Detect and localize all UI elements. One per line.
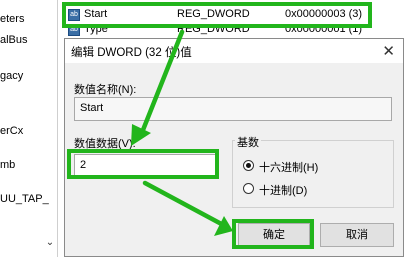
- value-data-highlight: [67, 149, 219, 179]
- cancel-button[interactable]: 取消: [320, 223, 394, 247]
- hex-radio[interactable]: [243, 160, 254, 171]
- value-name: Type: [84, 27, 108, 35]
- start-row-highlight: [62, 2, 372, 28]
- value-data: 0x00000001 (1): [285, 27, 363, 35]
- registry-tree-pane: eters alBus gacy erCx mb UU_TAP_ ⌄: [0, 0, 57, 257]
- tree-item[interactable]: gacy: [0, 70, 23, 82]
- hex-label: 十六进制(H): [259, 162, 319, 174]
- scroll-down-icon[interactable]: ⌄: [44, 236, 56, 250]
- dialog-titlebar[interactable]: 编辑 DWORD (32 位)值 ✕: [65, 39, 403, 63]
- value-name-label: 数值名称(N):: [74, 84, 137, 96]
- tree-item[interactable]: mb: [0, 159, 15, 171]
- tree-item[interactable]: UU_TAP_: [0, 193, 49, 205]
- tree-item[interactable]: alBus: [0, 34, 28, 46]
- value-type: REG_DWORD: [177, 27, 250, 35]
- reg-value-icon: ab: [68, 27, 80, 36]
- registry-row-type[interactable]: ab Type REG_DWORD 0x00000001 (1): [66, 27, 418, 37]
- dec-label: 十进制(D): [259, 185, 308, 197]
- dec-radio[interactable]: [243, 183, 254, 194]
- tree-item[interactable]: eters: [0, 13, 24, 25]
- dialog-title: 编辑 DWORD (32 位)值: [71, 47, 192, 59]
- pane-divider[interactable]: [57, 0, 58, 257]
- value-name-text: Start: [80, 102, 104, 114]
- tree-item[interactable]: erCx: [0, 125, 23, 137]
- ok-button-highlight: [232, 219, 314, 249]
- base-label: 基数: [235, 134, 261, 150]
- value-name-field: Start: [74, 97, 392, 121]
- close-icon[interactable]: ✕: [382, 42, 395, 60]
